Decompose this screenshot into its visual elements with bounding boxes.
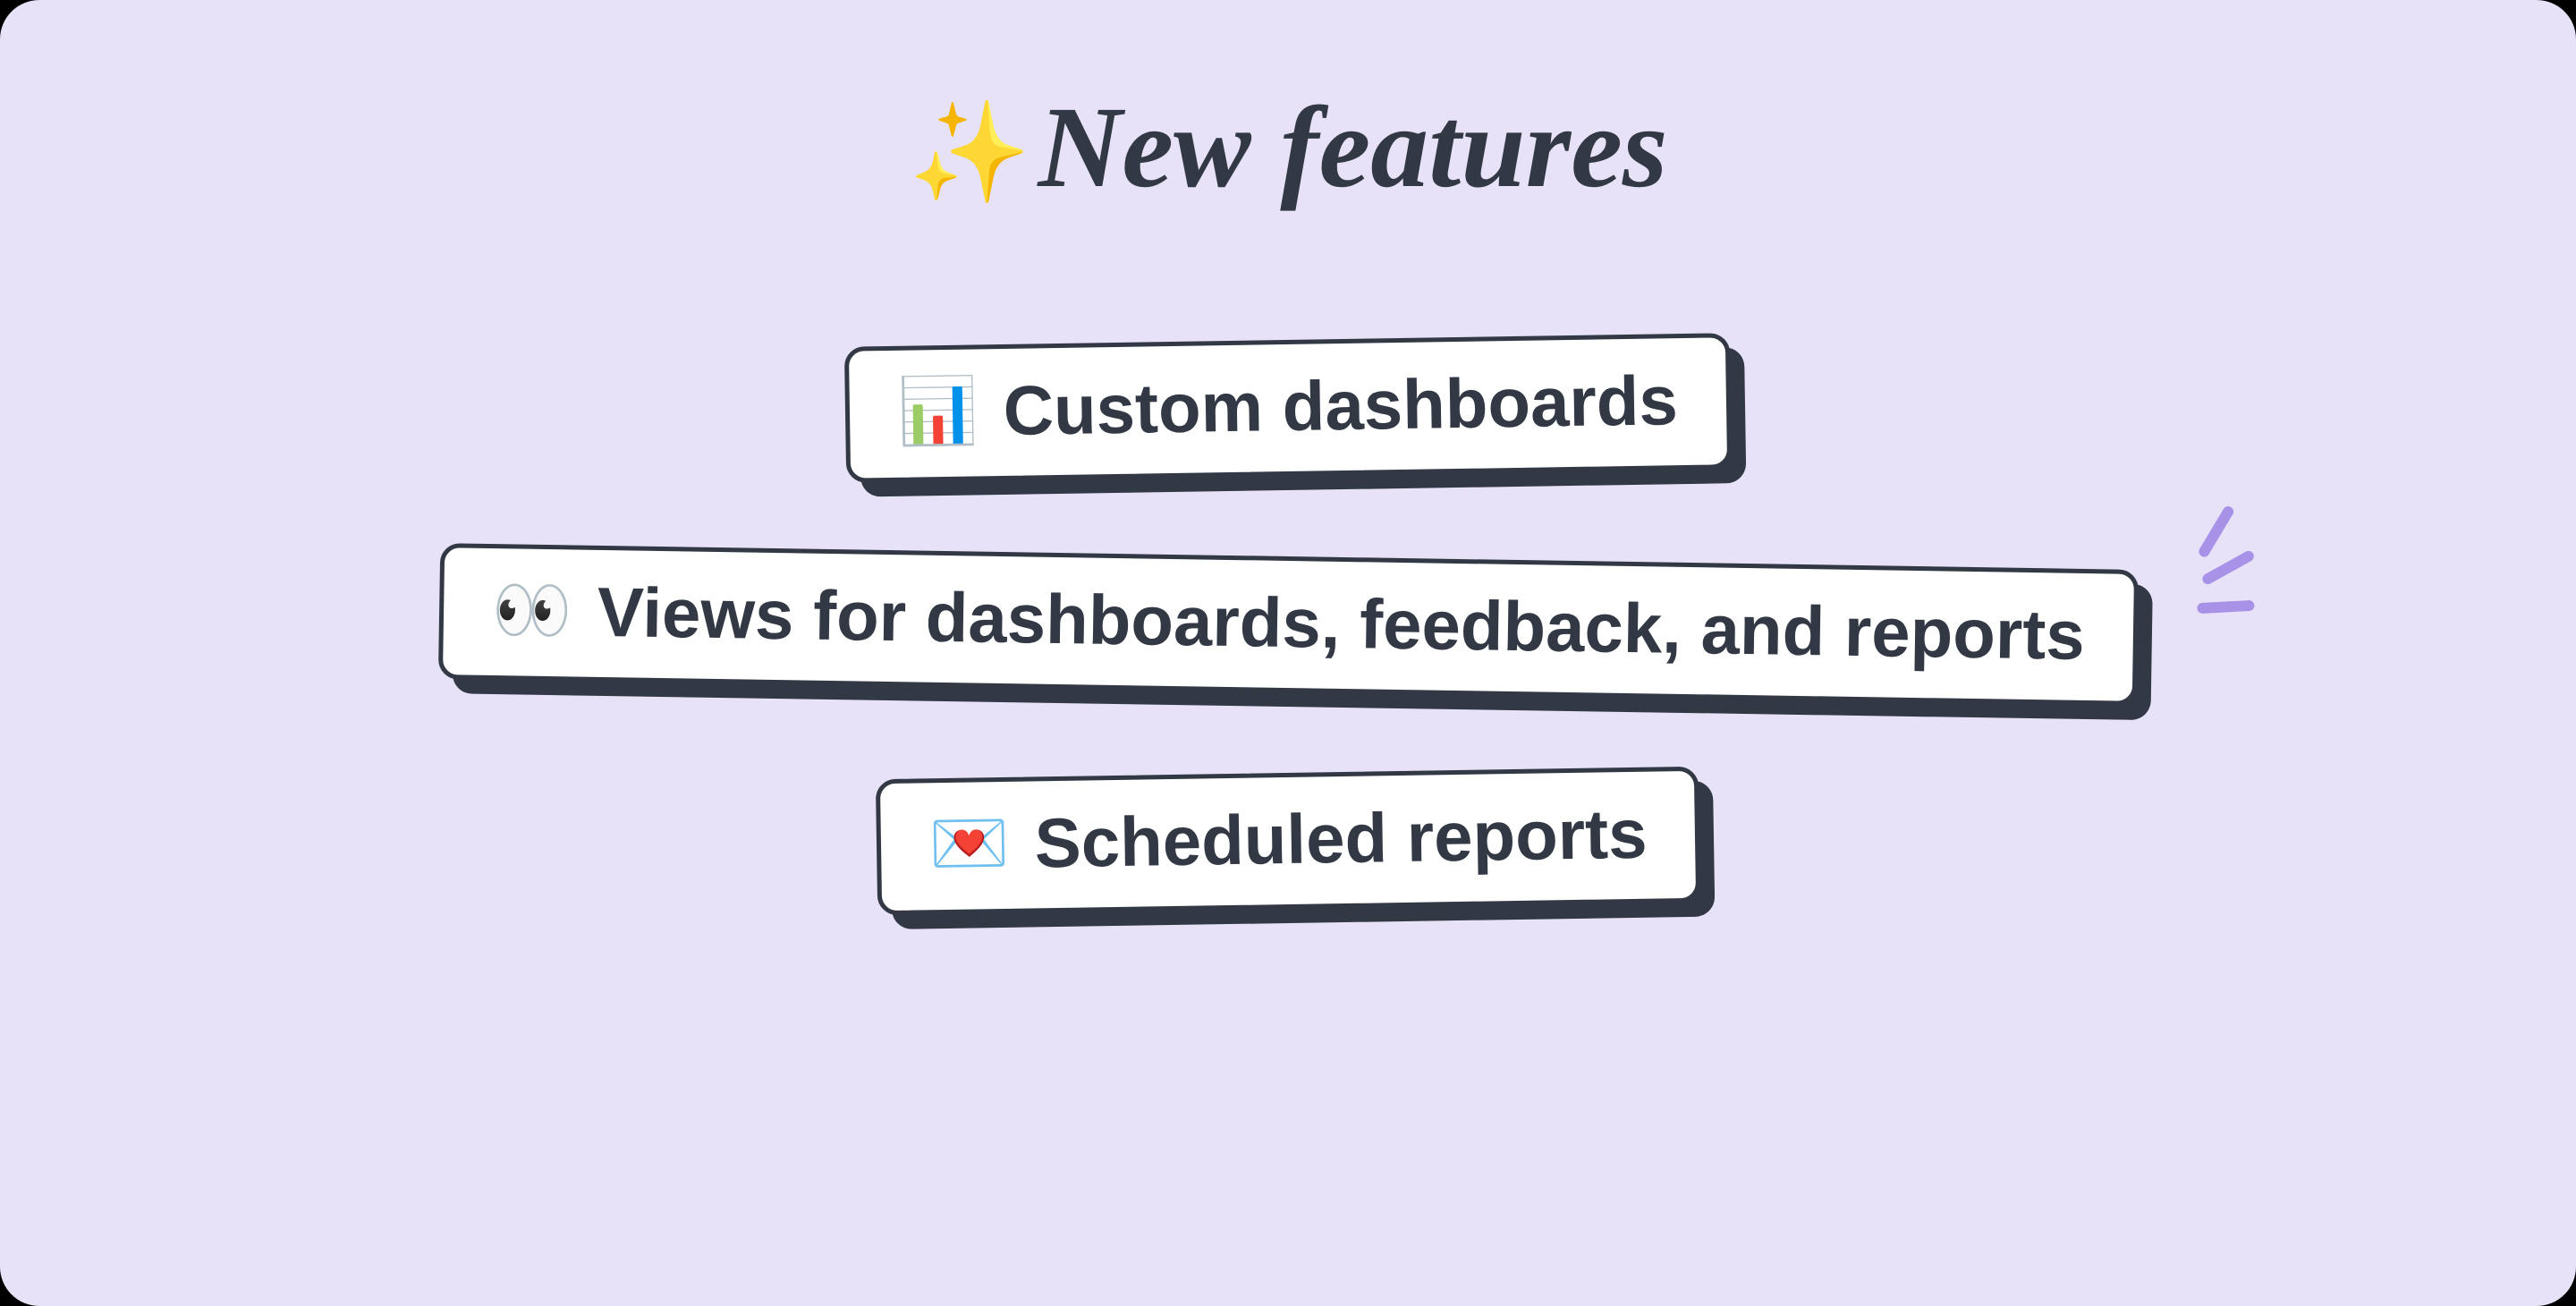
feature-card-scheduled-reports: 💌 Scheduled reports	[876, 767, 1701, 915]
promo-canvas: ✨ New features 📊 Custom dashboards 👀 Vie…	[0, 0, 2576, 1306]
heading-title: New features	[1038, 89, 1667, 206]
feature-label: Custom dashboards	[1003, 365, 1678, 445]
feature-card-inner: 📊 Custom dashboards	[844, 333, 1732, 483]
heading: ✨ New features	[908, 89, 1667, 206]
burst-accent-icon	[2155, 516, 2264, 625]
sparkles-icon: ✨	[908, 104, 1030, 202]
feature-card-custom-dashboards: 📊 Custom dashboards	[844, 333, 1732, 483]
love-letter-icon: 💌	[928, 811, 1010, 877]
feature-label: Views for dashboards, feedback, and repo…	[597, 577, 2085, 670]
feature-card-inner: 👀 Views for dashboards, feedback, and re…	[438, 543, 2139, 706]
chart-icon: 📊	[898, 378, 979, 444]
feature-label: Scheduled reports	[1034, 799, 1648, 878]
eyes-icon: 👀	[491, 578, 572, 643]
feature-card-views: 👀 Views for dashboards, feedback, and re…	[438, 543, 2139, 706]
feature-card-inner: 💌 Scheduled reports	[876, 767, 1701, 915]
